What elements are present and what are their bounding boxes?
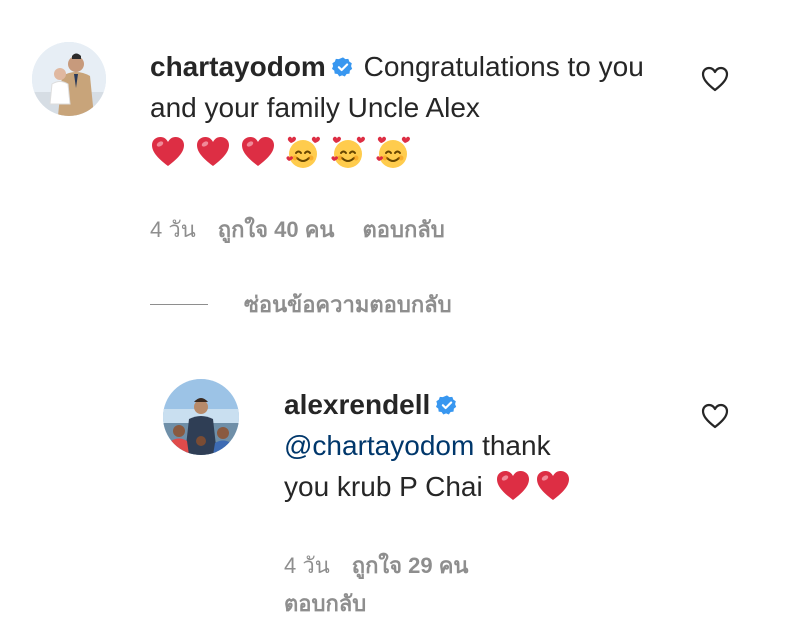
hide-replies-divider [150, 303, 208, 305]
smiling-face-with-hearts-icon [375, 134, 411, 170]
reply-mention-link[interactable]: @chartayodom [284, 430, 474, 461]
comment-meta: 4 วัน ถูกใจ 40 คน ตอบกลับ [150, 212, 473, 247]
red-heart-icon [495, 468, 531, 504]
reply-meta: 4 วัน ถูกใจ 29 คน [284, 548, 496, 583]
comment-body: chartayodom Congratulations to you and y… [150, 46, 680, 171]
avatar-alexrendell[interactable] [163, 379, 239, 455]
avatar-image [32, 42, 106, 116]
avatar-chartayodom[interactable] [32, 42, 106, 116]
reply-text-line2: you krub P Chai [284, 471, 483, 502]
reply-time[interactable]: 4 วัน [284, 553, 330, 578]
smiling-face-with-hearts-icon [285, 134, 321, 170]
heart-outline-icon [701, 66, 729, 92]
reply-meta-line2: ตอบกลับ [284, 586, 394, 621]
red-heart-icon [195, 134, 231, 170]
red-heart-icon [150, 134, 186, 170]
verified-badge-icon [331, 56, 354, 78]
reply-text-line1: thank [474, 430, 551, 461]
reply-likes[interactable]: ถูกใจ 29 คน [352, 553, 469, 578]
reply-like-button[interactable] [700, 401, 730, 431]
comment-time[interactable]: 4 วัน [150, 217, 196, 242]
reply-reply-button[interactable]: ตอบกลับ [284, 591, 366, 616]
reply-username[interactable]: alexrendell [284, 389, 430, 420]
comment-reply-button[interactable]: ตอบกลับ [362, 217, 444, 242]
red-heart-icon [535, 468, 571, 504]
red-heart-icon [240, 134, 276, 170]
comment-likes[interactable]: ถูกใจ 40 คน [218, 217, 335, 242]
comment-like-button[interactable] [700, 64, 730, 94]
verified-badge-icon [436, 394, 458, 416]
hide-replies-button[interactable]: ซ่อนข้อความตอบกลับ [150, 289, 452, 319]
comment-emoji-row [150, 134, 680, 171]
comment-username[interactable]: chartayodom [150, 51, 326, 82]
smiling-face-with-hearts-icon [330, 134, 366, 170]
heart-outline-icon [701, 403, 729, 429]
avatar-image [163, 379, 239, 455]
hide-replies-label: ซ่อนข้อความตอบกลับ [244, 291, 452, 317]
reply-body: alexrendell @chartayodom thank you krub … [284, 384, 684, 507]
